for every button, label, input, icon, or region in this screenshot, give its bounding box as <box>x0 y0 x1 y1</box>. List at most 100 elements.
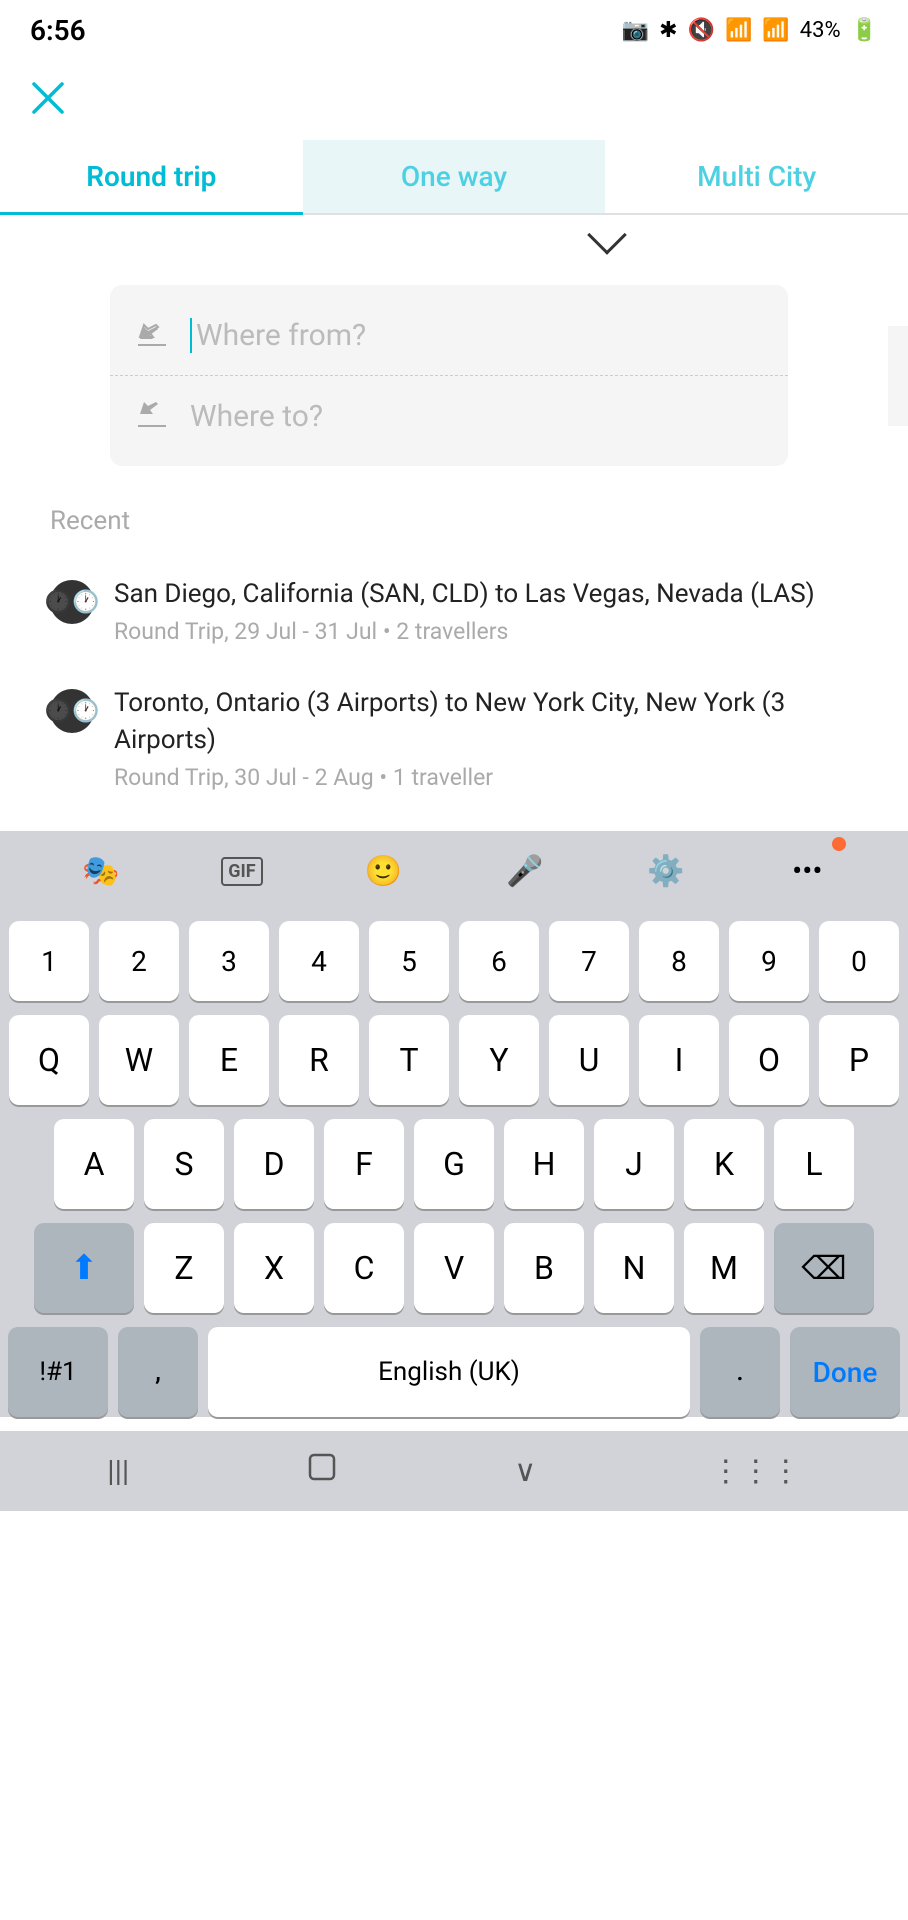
key-1[interactable]: 1 <box>9 921 89 1001</box>
backspace-icon: ⌫ <box>801 1249 846 1287</box>
key-i[interactable]: I <box>639 1015 719 1105</box>
where-to-input[interactable] <box>190 399 768 434</box>
key-c[interactable]: C <box>324 1223 404 1313</box>
recent-details-1: Round Trip, 29 Jul - 31 Jul • 2 travelle… <box>114 618 858 645</box>
key-h[interactable]: H <box>504 1119 584 1209</box>
arrival-icon <box>130 394 174 438</box>
camera-icon: 📷 <box>622 18 649 43</box>
wifi-icon: 📶 <box>725 18 752 43</box>
key-y[interactable]: Y <box>459 1015 539 1105</box>
key-j[interactable]: J <box>594 1119 674 1209</box>
mute-icon: 🔇 <box>688 18 715 43</box>
key-w[interactable]: W <box>99 1015 179 1105</box>
keyboard: 1 2 3 4 5 6 7 8 9 0 Q W E R T Y U I O P … <box>0 911 908 1417</box>
recent-item[interactable]: 🕐 San Diego, California (SAN, CLD) to La… <box>50 556 858 665</box>
status-icons: 📷 ✱ 🔇 📶 📶 43% 🔋 <box>622 18 878 43</box>
status-bar: 6:56 📷 ✱ 🔇 📶 📶 43% 🔋 <box>0 0 908 60</box>
key-6[interactable]: 6 <box>459 921 539 1001</box>
key-3[interactable]: 3 <box>189 921 269 1001</box>
numbers-row: 1 2 3 4 5 6 7 8 9 0 <box>8 921 900 1001</box>
key-q[interactable]: Q <box>9 1015 89 1105</box>
key-0[interactable]: 0 <box>819 921 899 1001</box>
key-v[interactable]: V <box>414 1223 494 1313</box>
key-g[interactable]: G <box>414 1119 494 1209</box>
key-n[interactable]: N <box>594 1223 674 1313</box>
backspace-key[interactable]: ⌫ <box>774 1223 874 1313</box>
shift-arrow-icon: ⬆ <box>70 1248 99 1288</box>
key-2[interactable]: 2 <box>99 921 179 1001</box>
shift-key[interactable]: ⬆ <box>34 1223 134 1313</box>
microphone-button[interactable]: 🎤 <box>490 841 560 901</box>
more-icon: ••• <box>792 854 822 889</box>
gif-icon: GIF <box>221 857 262 886</box>
recent-text-1: San Diego, California (SAN, CLD) to Las … <box>114 576 858 645</box>
recent-section: Recent 🕐 San Diego, California (SAN, CLD… <box>0 486 908 831</box>
where-to-row[interactable] <box>110 376 788 456</box>
tab-round-trip[interactable]: Round trip <box>0 140 303 213</box>
key-e[interactable]: E <box>189 1015 269 1105</box>
clock-icon-1: 🕐 <box>50 580 94 624</box>
keyboard-toolbar: 🎭 GIF 🙂 🎤 ⚙️ ••• <box>0 831 908 911</box>
where-from-input[interactable] <box>190 318 768 353</box>
more-button[interactable]: ••• <box>772 841 842 901</box>
battery-text: 43% <box>800 18 841 43</box>
space-key[interactable]: English (UK) <box>208 1327 690 1417</box>
key-r[interactable]: R <box>279 1015 359 1105</box>
battery-icon: 🔋 <box>851 18 878 43</box>
recent-item[interactable]: 🕐 Toronto, Ontario (3 Airports) to New Y… <box>50 665 858 811</box>
nav-home[interactable] <box>304 1449 340 1493</box>
key-9[interactable]: 9 <box>729 921 809 1001</box>
key-8[interactable]: 8 <box>639 921 719 1001</box>
settings-button[interactable]: ⚙️ <box>631 841 701 901</box>
key-u[interactable]: U <box>549 1015 629 1105</box>
key-z[interactable]: Z <box>144 1223 224 1313</box>
sticker-icon: 🎭 <box>82 854 119 889</box>
recent-route-2: Toronto, Ontario (3 Airports) to New Yor… <box>114 685 858 758</box>
key-5[interactable]: 5 <box>369 921 449 1001</box>
key-a[interactable]: A <box>54 1119 134 1209</box>
key-4[interactable]: 4 <box>279 921 359 1001</box>
done-key[interactable]: Done <box>790 1327 900 1417</box>
key-d[interactable]: D <box>234 1119 314 1209</box>
key-p[interactable]: P <box>819 1015 899 1105</box>
special-chars-key[interactable]: !#1 <box>8 1327 108 1417</box>
key-f[interactable]: F <box>324 1119 404 1209</box>
key-7[interactable]: 7 <box>549 921 629 1001</box>
signal-icon: 📶 <box>762 18 789 43</box>
key-t[interactable]: T <box>369 1015 449 1105</box>
key-l[interactable]: L <box>774 1119 854 1209</box>
key-s[interactable]: S <box>144 1119 224 1209</box>
qwerty-row: Q W E R T Y U I O P <box>8 1015 900 1105</box>
tab-multi-city[interactable]: Multi City <box>605 140 908 213</box>
trip-type-tabs: Round trip One way Multi City <box>0 130 908 215</box>
gif-button[interactable]: GIF <box>207 841 277 901</box>
gear-icon: ⚙️ <box>647 854 684 889</box>
nav-back[interactable]: ||| <box>107 1454 129 1489</box>
swap-button[interactable]: ↑ ↓ <box>888 326 908 426</box>
emoji-button[interactable]: 🙂 <box>348 841 418 901</box>
recent-label: Recent <box>50 506 858 536</box>
clock-icon-2: 🕐 <box>50 689 94 733</box>
key-x[interactable]: X <box>234 1223 314 1313</box>
nav-bar: ||| ∨ ⋮⋮⋮ <box>0 1431 908 1511</box>
tab-one-way[interactable]: One way <box>303 140 606 213</box>
departure-icon <box>130 313 174 357</box>
recent-details-2: Round Trip, 30 Jul - 2 Aug • 1 traveller <box>114 764 858 791</box>
nav-grid[interactable]: ⋮⋮⋮ <box>711 1454 801 1489</box>
key-o[interactable]: O <box>729 1015 809 1105</box>
bottom-row: !#1 , English (UK) . Done <box>8 1327 900 1417</box>
recent-text-2: Toronto, Ontario (3 Airports) to New Yor… <box>114 685 858 791</box>
comma-key[interactable]: , <box>118 1327 198 1417</box>
key-m[interactable]: M <box>684 1223 764 1313</box>
period-key[interactable]: . <box>700 1327 780 1417</box>
sticker-button[interactable]: 🎭 <box>66 841 136 901</box>
notification-dot <box>832 837 846 851</box>
key-b[interactable]: B <box>504 1223 584 1313</box>
zxcv-row: ⬆ Z X C V B N M ⌫ <box>8 1223 900 1313</box>
nav-down[interactable]: ∨ <box>514 1454 536 1489</box>
emoji-icon: 🙂 <box>365 854 402 889</box>
where-from-row[interactable] <box>110 295 788 376</box>
close-button[interactable] <box>0 60 908 130</box>
recent-route-1: San Diego, California (SAN, CLD) to Las … <box>114 576 858 612</box>
key-k[interactable]: K <box>684 1119 764 1209</box>
